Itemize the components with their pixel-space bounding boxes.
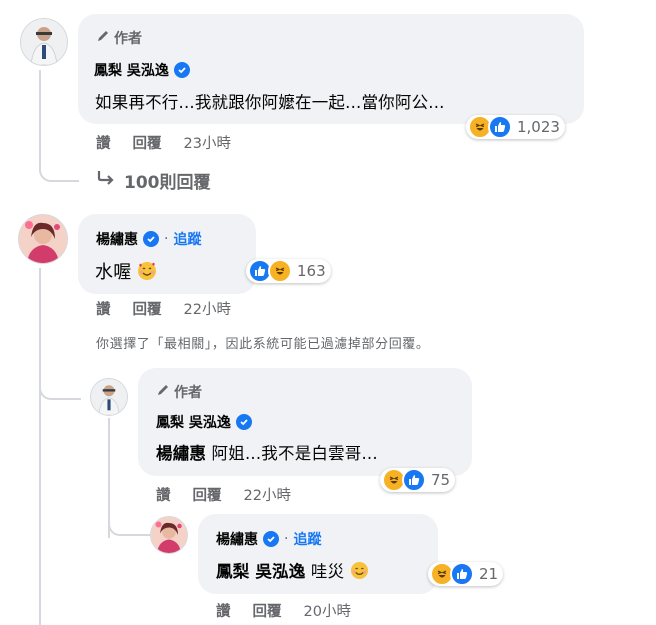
like-icon (488, 115, 512, 139)
smiling-face-hearts-emoji (137, 261, 157, 286)
author-name[interactable]: 楊繡惠 (216, 529, 258, 549)
timestamp[interactable]: 22小時 (244, 484, 291, 505)
author-badge: 作者 (96, 28, 142, 48)
reaction-count: 163 (297, 262, 326, 280)
thread-line-1 (39, 70, 41, 170)
reply-arrow-icon (96, 169, 116, 192)
like-button[interactable]: 讚 (216, 600, 231, 621)
reactions[interactable]: 21 (428, 562, 504, 586)
comment-author[interactable]: 楊繡惠 · 追蹤 (216, 529, 321, 549)
comment-actions: 讚 回覆 20小時 (216, 600, 351, 621)
mention-link[interactable]: 楊繡惠 (156, 444, 206, 463)
verified-icon (143, 231, 159, 247)
author-name[interactable]: 鳳梨 吳泓逸 (94, 60, 169, 80)
thread-line-2-curve (39, 384, 81, 400)
timestamp[interactable]: 22小時 (184, 298, 231, 319)
mention-link[interactable]: 鳳梨 吳泓逸 (216, 562, 305, 581)
author-name[interactable]: 楊繡惠 (96, 229, 138, 249)
comment-text-body: 哇災 (305, 562, 345, 581)
comment-text: 楊繡惠 阿姐...我不是白雲哥... (156, 440, 378, 464)
reactions[interactable]: 1,023 (466, 115, 565, 139)
replies-link-label[interactable]: 100則回覆 (124, 168, 211, 193)
verified-icon (235, 414, 252, 430)
comment-author[interactable]: 楊繡惠 · 追蹤 (96, 229, 201, 249)
comment-text: 鳳梨 吳泓逸 哇災 (216, 558, 369, 584)
reply-button[interactable]: 回覆 (193, 484, 222, 505)
haha-icon (268, 259, 292, 283)
comment-text: 水喔 (95, 258, 157, 286)
avatar[interactable] (18, 214, 68, 264)
follow-button[interactable]: 追蹤 (293, 529, 321, 549)
avatar[interactable] (20, 18, 68, 66)
reply-button[interactable]: 回覆 (133, 298, 162, 319)
reactions[interactable]: 75 (380, 468, 456, 492)
separator-dot: · (164, 231, 169, 247)
like-button[interactable]: 讚 (156, 484, 171, 505)
like-icon (402, 468, 426, 492)
smiling-face-emoji (350, 561, 369, 584)
comment-text-body: 阿姐...我不是白雲哥... (206, 444, 378, 463)
avatar[interactable] (150, 516, 188, 554)
author-badge-label: 作者 (174, 385, 202, 401)
verified-icon (173, 62, 190, 78)
reactions[interactable]: 163 (246, 259, 331, 283)
reply-button[interactable]: 回覆 (133, 132, 162, 153)
author-name[interactable]: 鳳梨 吳泓逸 (156, 412, 231, 432)
reaction-count: 75 (431, 471, 451, 489)
reply-button[interactable]: 回覆 (253, 600, 282, 621)
comment-actions: 讚 回覆 23小時 (96, 132, 231, 153)
like-icon (450, 562, 474, 586)
author-badge-label: 作者 (114, 31, 142, 47)
like-button[interactable]: 讚 (96, 132, 111, 153)
pencil-icon (96, 29, 110, 47)
reaction-count: 1,023 (517, 118, 560, 136)
like-button[interactable]: 讚 (96, 298, 111, 319)
reaction-count: 21 (479, 565, 499, 583)
timestamp[interactable]: 23小時 (184, 132, 231, 153)
timestamp[interactable]: 20小時 (304, 600, 351, 621)
verified-icon (263, 531, 279, 547)
comment-actions: 讚 回覆 22小時 (156, 484, 291, 505)
comment-author[interactable]: 鳳梨 吳泓逸 (156, 412, 252, 432)
filter-notice: 你選擇了「最相關」，因此系統可能已過濾掉部分回覆。 (96, 337, 430, 352)
thread-line-2 (39, 268, 41, 625)
follow-button[interactable]: 追蹤 (173, 229, 201, 249)
comment-actions: 讚 回覆 22小時 (96, 298, 231, 319)
separator-dot: · (284, 531, 289, 547)
comment-text-body: 水喔 (95, 262, 132, 283)
pencil-icon (156, 383, 170, 401)
comment-author[interactable]: 鳳梨 吳泓逸 (94, 60, 190, 80)
view-replies-link[interactable]: 100則回覆 (96, 168, 211, 193)
thread-line-3-curve (108, 520, 152, 536)
thread-line-1-curve (39, 168, 79, 182)
comment-text: 如果再不行...我就跟你阿嬤在一起...當你阿公... (95, 93, 445, 112)
author-badge: 作者 (156, 382, 202, 402)
avatar[interactable] (90, 378, 128, 416)
